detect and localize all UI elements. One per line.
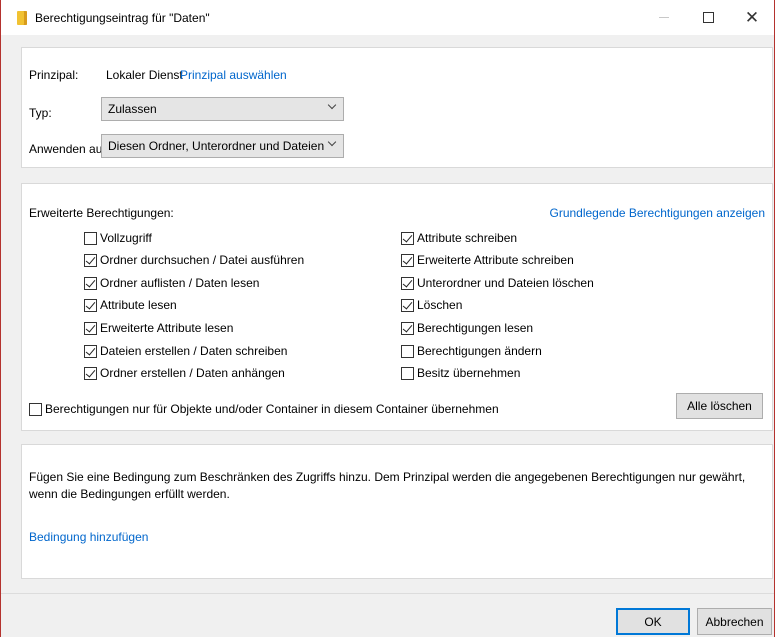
checkbox[interactable]: [401, 344, 414, 358]
type-label: Typ:: [29, 106, 52, 120]
principal-panel: Prinzipal: Lokaler Dienst Prinzipal ausw…: [21, 47, 773, 168]
chevron-down-icon: [327, 100, 337, 110]
permission-label: Erweiterte Attribute schreiben: [417, 253, 574, 267]
cancel-button[interactable]: Abbrechen: [697, 608, 772, 635]
permission-label: Ordner erstellen / Daten anhängen: [100, 366, 285, 380]
permissions-panel: Erweiterte Berechtigungen: Grundlegende …: [21, 183, 773, 431]
checkbox[interactable]: [401, 276, 414, 290]
permission-create-folders[interactable]: Ordner erstellen / Daten anhängen: [84, 366, 285, 380]
permission-write-extended-attributes[interactable]: Erweiterte Attribute schreiben: [401, 253, 574, 267]
principal-label: Prinzipal:: [29, 68, 79, 82]
checkbox[interactable]: [401, 366, 414, 380]
permission-label: Löschen: [417, 298, 463, 312]
permission-delete-subfolders[interactable]: Unterordner und Dateien löschen: [401, 276, 594, 290]
apply-to-selected-value: Diesen Ordner, Unterordner und Dateien: [108, 139, 325, 153]
maximize-button[interactable]: [686, 0, 730, 35]
window-title: Berechtigungseintrag für "Daten": [35, 10, 210, 25]
permission-label: Berechtigungen ändern: [417, 344, 542, 358]
permission-label: Ordner auflisten / Daten lesen: [100, 276, 260, 290]
permission-full-control[interactable]: Vollzugriff: [84, 231, 152, 245]
window-controls: ✕: [642, 0, 774, 35]
permission-label: Berechtigungen lesen: [417, 321, 534, 335]
condition-description: Fügen Sie eine Bedingung zum Beschränken…: [29, 470, 746, 501]
principal-value: Lokaler Dienst: [106, 68, 183, 82]
permission-list-read[interactable]: Ordner auflisten / Daten lesen: [84, 276, 259, 290]
type-dropdown[interactable]: Zulassen: [101, 97, 344, 121]
maximize-icon: [702, 12, 714, 23]
checkbox[interactable]: [84, 253, 97, 267]
permission-delete[interactable]: Löschen: [401, 298, 462, 312]
checkbox[interactable]: [401, 231, 414, 245]
add-condition-link[interactable]: Bedingung hinzufügen: [29, 530, 148, 544]
permission-take-ownership[interactable]: Besitz übernehmen: [401, 366, 520, 380]
permission-read-permissions[interactable]: Berechtigungen lesen: [401, 321, 533, 335]
checkbox[interactable]: [401, 321, 414, 335]
checkbox[interactable]: [84, 366, 97, 380]
permission-change-permissions[interactable]: Berechtigungen ändern: [401, 344, 542, 358]
advanced-permissions-heading: Erweiterte Berechtigungen:: [29, 206, 174, 220]
minimize-button[interactable]: [642, 0, 686, 35]
dialog-footer: OK Abbrechen: [1, 593, 774, 637]
condition-panel: Fügen Sie eine Bedingung zum Beschränken…: [21, 444, 773, 579]
type-selected-value: Zulassen: [108, 102, 157, 116]
permission-label: Vollzugriff: [100, 231, 152, 245]
permission-label: Attribute lesen: [100, 298, 177, 312]
permission-label: Ordner durchsuchen / Datei ausführen: [100, 253, 305, 267]
apply-to-label: Anwenden auf:: [29, 142, 110, 156]
close-icon: ✕: [744, 7, 760, 28]
permission-label: Besitz übernehmen: [417, 366, 521, 380]
checkbox[interactable]: [84, 231, 97, 245]
apply-within-container-label: Berechtigungen nur für Objekte und/oder …: [45, 402, 499, 416]
checkbox[interactable]: [401, 298, 414, 312]
checkbox[interactable]: [401, 253, 414, 267]
permission-create-files[interactable]: Dateien erstellen / Daten schreiben: [84, 344, 287, 358]
ok-button[interactable]: OK: [616, 608, 690, 635]
apply-to-dropdown[interactable]: Diesen Ordner, Unterordner und Dateien: [101, 134, 344, 158]
permission-label: Dateien erstellen / Daten schreiben: [100, 344, 288, 358]
checkbox[interactable]: [84, 344, 97, 358]
permission-read-attributes[interactable]: Attribute lesen: [84, 298, 177, 312]
checkbox[interactable]: [29, 402, 42, 416]
permission-read-extended-attributes[interactable]: Erweiterte Attribute lesen: [84, 321, 233, 335]
close-button[interactable]: ✕: [730, 0, 774, 35]
minimize-icon: [659, 17, 669, 18]
permission-label: Unterordner und Dateien löschen: [417, 276, 594, 290]
checkbox[interactable]: [84, 276, 97, 290]
show-basic-permissions-link[interactable]: Grundlegende Berechtigungen anzeigen: [549, 206, 765, 220]
title-bar[interactable]: Berechtigungseintrag für "Daten" ✕: [1, 0, 774, 35]
permission-label: Erweiterte Attribute lesen: [100, 321, 234, 335]
checkbox[interactable]: [84, 298, 97, 312]
permission-write-attributes[interactable]: Attribute schreiben: [401, 231, 517, 245]
folder-icon: [17, 10, 27, 25]
select-principal-link[interactable]: Prinzipal auswählen: [180, 68, 287, 82]
chevron-down-icon: [327, 137, 337, 147]
checkbox[interactable]: [84, 321, 97, 335]
permission-traverse-execute[interactable]: Ordner durchsuchen / Datei ausführen: [84, 253, 304, 267]
permission-entry-dialog: Berechtigungseintrag für "Daten" ✕ Prinz…: [0, 0, 775, 637]
permission-label: Attribute schreiben: [417, 231, 518, 245]
apply-within-container-option[interactable]: Berechtigungen nur für Objekte und/oder …: [29, 402, 499, 416]
clear-all-button[interactable]: Alle löschen: [676, 393, 763, 419]
